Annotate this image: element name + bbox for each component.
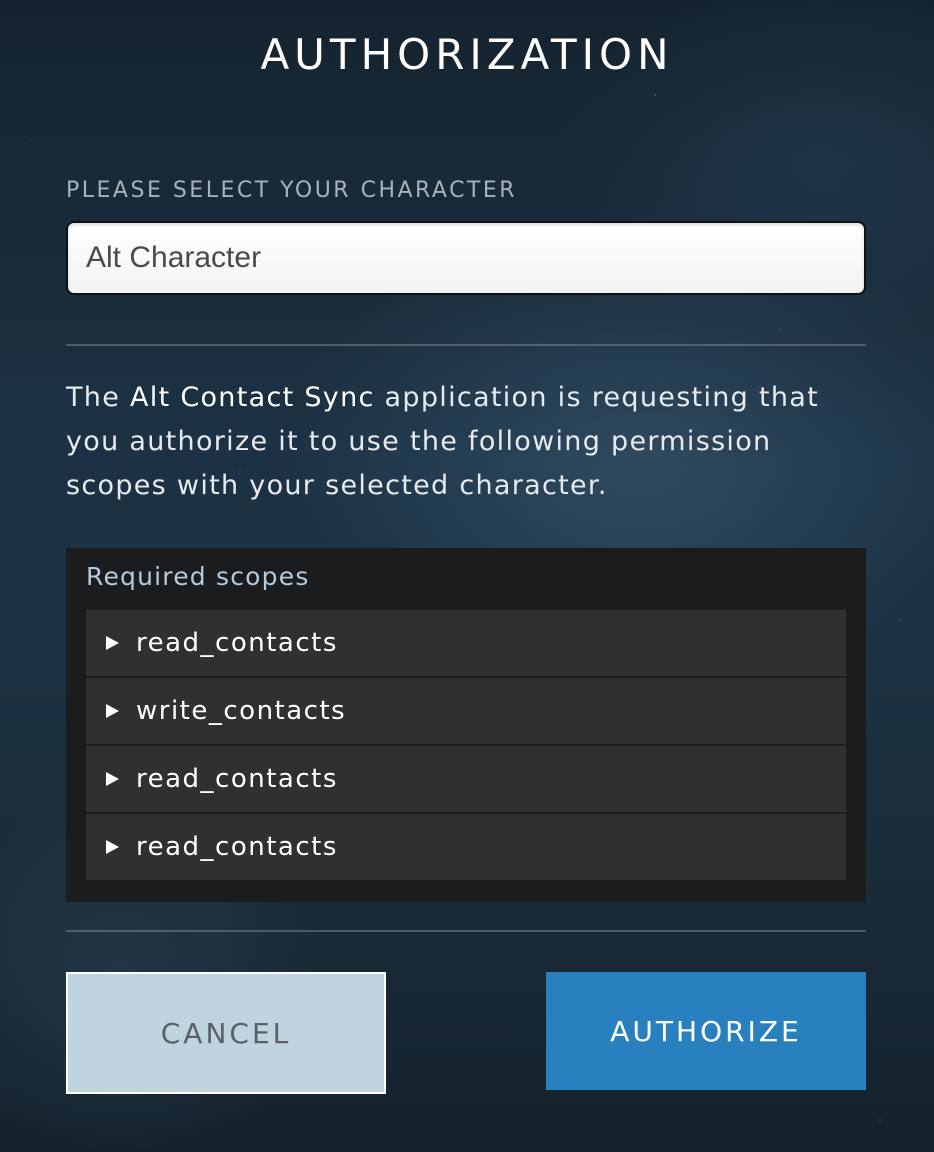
- scope-name: write_contacts: [136, 696, 347, 726]
- character-select-label: PLEASE SELECT YOUR CHARACTER: [66, 178, 518, 203]
- scope-name: read_contacts: [136, 764, 338, 794]
- divider-bottom: [66, 930, 866, 932]
- triangle-right-icon: [106, 704, 119, 718]
- cancel-button[interactable]: CANCEL: [66, 972, 386, 1094]
- triangle-right-icon: [106, 772, 119, 786]
- scope-name: read_contacts: [136, 832, 338, 862]
- required-scopes-panel: Required scopes read_contacts write_cont…: [66, 548, 866, 902]
- triangle-right-icon: [106, 840, 119, 854]
- page-title: AUTHORIZATION: [260, 30, 674, 79]
- scope-item[interactable]: write_contacts: [86, 678, 846, 744]
- scope-item[interactable]: read_contacts: [86, 814, 846, 880]
- authorization-request-text: The Alt Contact Sync application is requ…: [66, 376, 826, 508]
- scope-list: read_contacts write_contacts read_contac…: [86, 610, 846, 882]
- character-select-value: Alt Character: [86, 241, 262, 274]
- scope-name: read_contacts: [136, 628, 338, 658]
- triangle-right-icon: [106, 636, 119, 650]
- scope-item[interactable]: read_contacts: [86, 746, 846, 812]
- divider-top: [66, 344, 866, 346]
- authorize-button[interactable]: AUTHORIZE: [546, 972, 866, 1090]
- scope-item[interactable]: read_contacts: [86, 610, 846, 676]
- app-name: Alt Contact Sync: [130, 382, 375, 413]
- request-text-prefix: The: [66, 382, 130, 413]
- character-select[interactable]: Alt Character: [66, 221, 866, 295]
- scopes-heading: Required scopes: [86, 562, 310, 591]
